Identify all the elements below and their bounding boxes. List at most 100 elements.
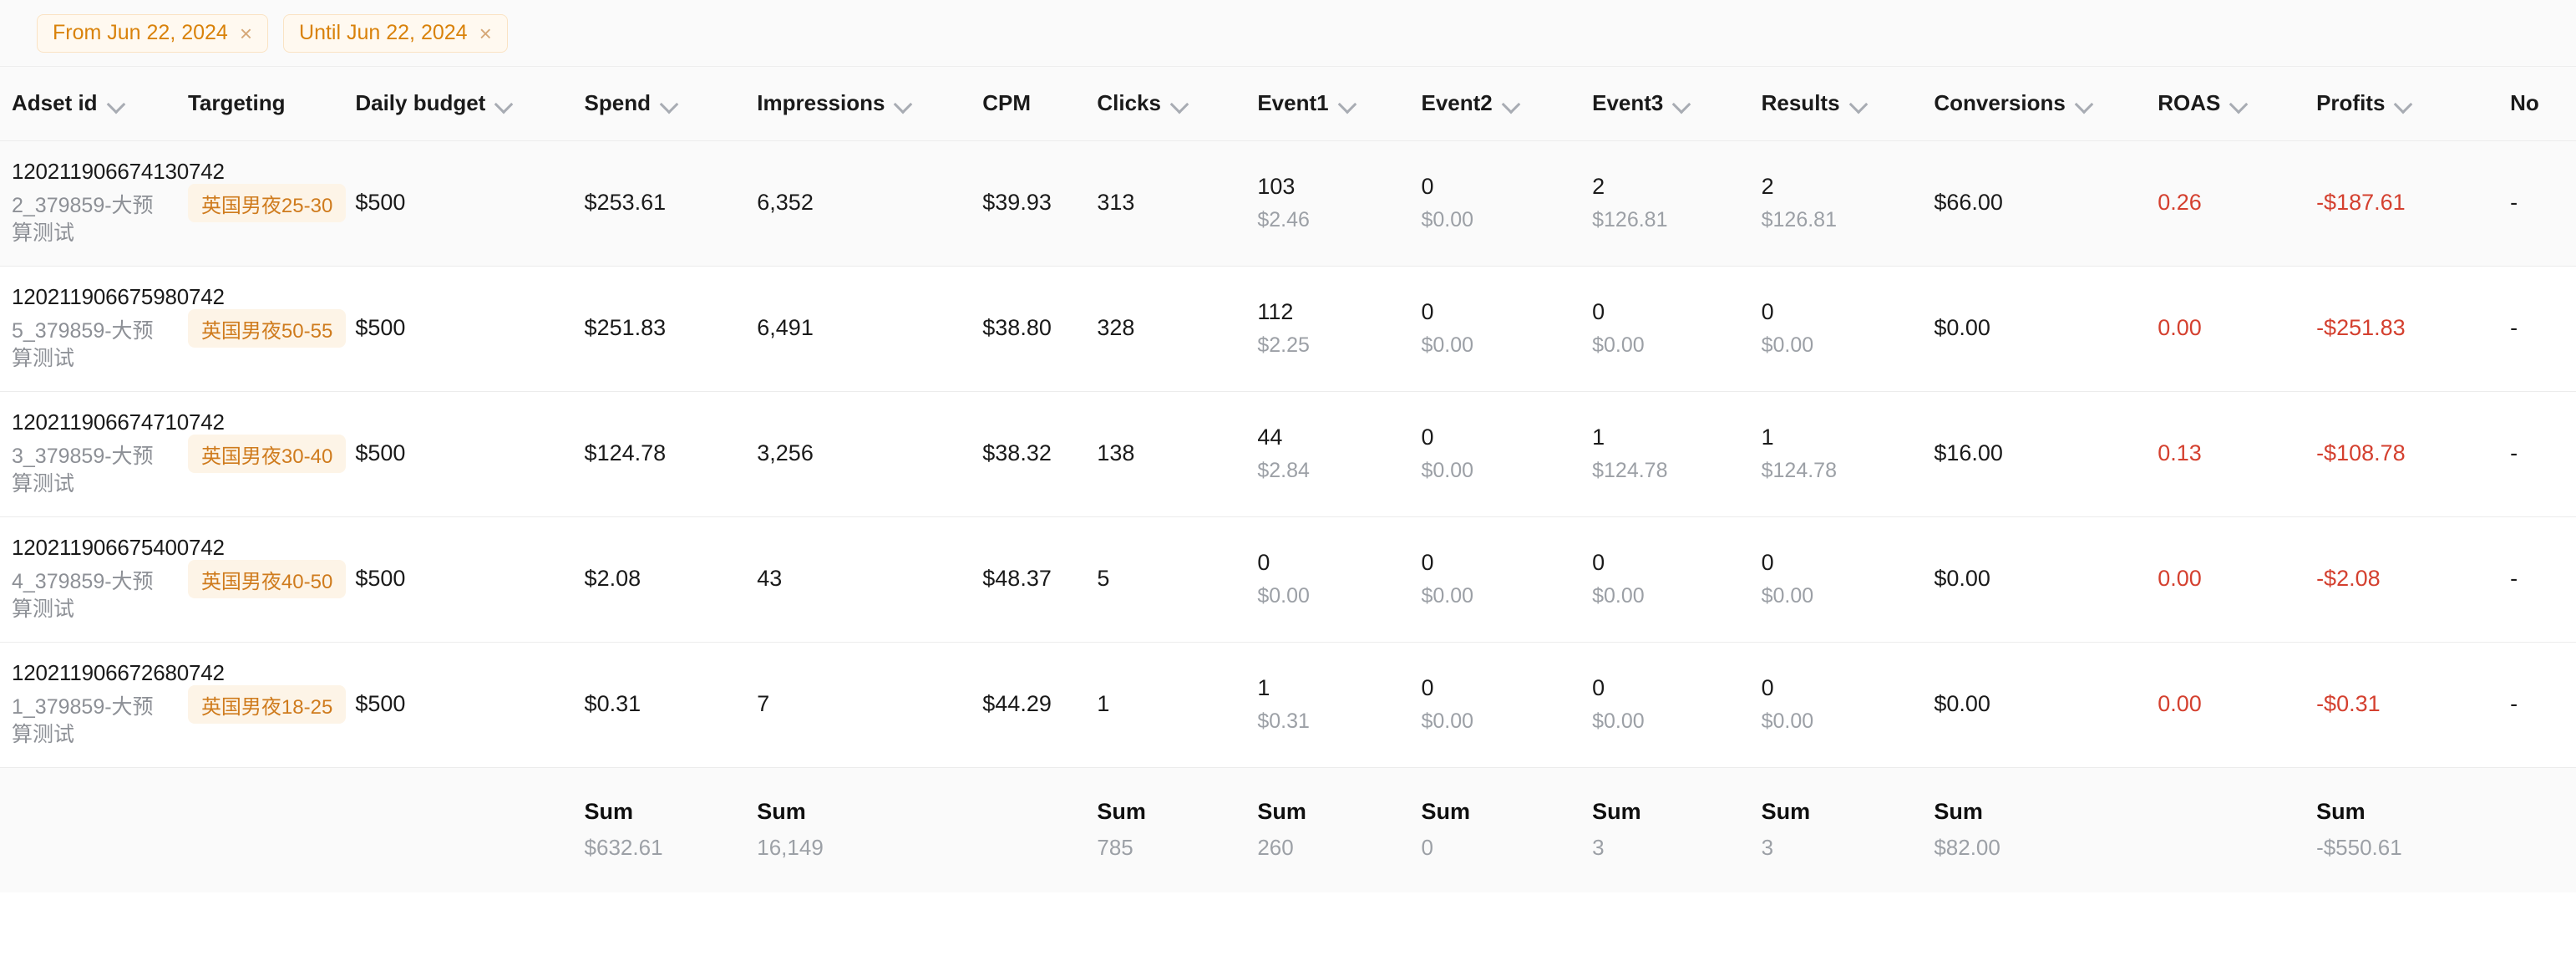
clicks-value: 313 [1097, 190, 1134, 215]
column-header-roas[interactable]: ROAS [2146, 67, 2305, 140]
filter-chip-date-until[interactable]: Until Jun 22, 2024 × [283, 14, 508, 53]
column-header-notes[interactable]: No [2498, 67, 2576, 140]
summary-cell-conversions: Sum $82.00 [1922, 767, 2146, 892]
cell-notes: - [2498, 391, 2576, 516]
targeting-tag[interactable]: 英国男夜30-40 [188, 435, 346, 473]
cell-daily-budget: $500 [343, 516, 572, 642]
summary-cell-event3: Sum 3 [1580, 767, 1750, 892]
table-row[interactable]: 120211906674710742 3_379859-大预算测试 英国男夜30… [0, 391, 2576, 516]
column-header-cpm[interactable]: CPM [971, 67, 1085, 140]
filter-chip-date-from[interactable]: From Jun 22, 2024 × [37, 14, 268, 53]
cell-cpm: $48.37 [971, 516, 1085, 642]
impressions-value: 6,491 [757, 315, 814, 340]
column-label: ROAS [2158, 90, 2220, 116]
summary-event1-value: 260 [1257, 835, 1397, 861]
summary-label: Sum [1257, 799, 1397, 825]
chevron-down-icon[interactable] [1171, 95, 1188, 112]
column-label: Event1 [1257, 90, 1328, 116]
notes-value: - [2510, 440, 2518, 465]
cell-conversions: $66.00 [1922, 140, 2146, 266]
cell-notes: - [2498, 516, 2576, 642]
chevron-down-icon[interactable] [661, 95, 677, 112]
summary-label: Sum [1592, 799, 1738, 825]
column-header-targeting[interactable]: Targeting [176, 67, 343, 140]
daily-budget-value: $500 [355, 566, 405, 591]
event3-cost: $124.78 [1592, 459, 1738, 483]
table-body: 120211906674130742 2_379859-大预算测试 英国男夜25… [0, 140, 2576, 767]
targeting-tag[interactable]: 英国男夜50-55 [188, 309, 346, 348]
table-row[interactable]: 120211906674130742 2_379859-大预算测试 英国男夜25… [0, 140, 2576, 266]
roas-value: 0.26 [2158, 190, 2202, 215]
column-label: Spend [585, 90, 651, 116]
summary-cell-profits: Sum -$550.61 [2305, 767, 2498, 892]
table-scroll-container[interactable]: Adset id Targeting Daily budget Spend Im… [0, 67, 2576, 892]
chevron-down-icon[interactable] [1339, 95, 1356, 112]
table-row[interactable]: 120211906675980742 5_379859-大预算测试 英国男夜50… [0, 266, 2576, 391]
column-header-clicks[interactable]: Clicks [1085, 67, 1245, 140]
cell-daily-budget: $500 [343, 266, 572, 391]
summary-cell-event2: Sum 0 [1410, 767, 1581, 892]
column-header-results[interactable]: Results [1750, 67, 1923, 140]
chevron-down-icon[interactable] [1503, 95, 1519, 112]
roas-value: 0.00 [2158, 315, 2202, 340]
chevron-down-icon[interactable] [2076, 95, 2092, 112]
cell-roas: 0.00 [2146, 516, 2305, 642]
column-header-spend[interactable]: Spend [573, 67, 746, 140]
chevron-down-icon[interactable] [1850, 95, 1867, 112]
filter-chip-until-label: Until Jun 22, 2024 [299, 23, 468, 43]
event1-cost: $2.46 [1257, 208, 1397, 232]
table-row[interactable]: 120211906675400742 4_379859-大预算测试 英国男夜40… [0, 516, 2576, 642]
results-count: 0 [1762, 675, 1911, 701]
targeting-tag[interactable]: 英国男夜18-25 [188, 685, 346, 724]
close-icon[interactable]: × [240, 23, 252, 44]
chevron-down-icon[interactable] [2395, 95, 2411, 112]
close-icon[interactable]: × [479, 23, 492, 44]
summary-label: Sum [757, 799, 959, 825]
results-cost: $0.00 [1762, 709, 1911, 734]
adset-id-value: 120211906674710742 [12, 409, 165, 436]
adset-data-table: Adset id Targeting Daily budget Spend Im… [0, 67, 2576, 892]
cell-adset-id: 120211906674130742 2_379859-大预算测试 [0, 140, 176, 266]
column-header-daily-budget[interactable]: Daily budget [343, 67, 572, 140]
cell-conversions: $16.00 [1922, 391, 2146, 516]
column-header-impressions[interactable]: Impressions [745, 67, 971, 140]
column-header-adset-id[interactable]: Adset id [0, 67, 176, 140]
summary-cell-clicks: Sum 785 [1085, 767, 1245, 892]
cell-event1: 1$0.31 [1245, 642, 1409, 767]
cell-results: 0$0.00 [1750, 516, 1923, 642]
column-label: Event2 [1422, 90, 1493, 116]
cell-event2: 0$0.00 [1410, 391, 1581, 516]
summary-label: Sum [1097, 799, 1234, 825]
column-header-event3[interactable]: Event3 [1580, 67, 1750, 140]
cell-notes: - [2498, 266, 2576, 391]
event3-cost: $0.00 [1592, 333, 1738, 358]
cell-conversions: $0.00 [1922, 516, 2146, 642]
chevron-down-icon[interactable] [1673, 95, 1690, 112]
impressions-value: 6,352 [757, 190, 814, 215]
adset-id-value: 120211906675980742 [12, 283, 165, 311]
table-row[interactable]: 120211906672680742 1_379859-大预算测试 英国男夜18… [0, 642, 2576, 767]
cell-profits: -$187.61 [2305, 140, 2498, 266]
targeting-tag[interactable]: 英国男夜25-30 [188, 184, 346, 222]
filter-chip-from-label: From Jun 22, 2024 [53, 23, 228, 43]
chevron-down-icon[interactable] [495, 95, 512, 112]
summary-label: Sum [585, 799, 734, 825]
cell-profits: -$251.83 [2305, 266, 2498, 391]
column-label: Daily budget [355, 90, 485, 116]
column-header-profits[interactable]: Profits [2305, 67, 2498, 140]
column-header-event2[interactable]: Event2 [1410, 67, 1581, 140]
chevron-down-icon[interactable] [2230, 95, 2247, 112]
summary-clicks-value: 785 [1097, 835, 1234, 861]
adset-name-value: 4_379859-大预算测试 [12, 568, 165, 625]
impressions-value: 7 [757, 691, 769, 716]
targeting-tag[interactable]: 英国男夜40-50 [188, 560, 346, 598]
cell-impressions: 3,256 [745, 391, 971, 516]
column-header-conversions[interactable]: Conversions [1922, 67, 2146, 140]
conversions-value: $66.00 [1934, 190, 2003, 215]
column-header-event1[interactable]: Event1 [1245, 67, 1409, 140]
table-summary-row: Sum $632.61 Sum 16,149 Sum 785 Sum 260 [0, 767, 2576, 892]
cpm-value: $39.93 [982, 190, 1052, 215]
cell-event2: 0$0.00 [1410, 642, 1581, 767]
chevron-down-icon[interactable] [108, 95, 124, 112]
chevron-down-icon[interactable] [895, 95, 911, 112]
